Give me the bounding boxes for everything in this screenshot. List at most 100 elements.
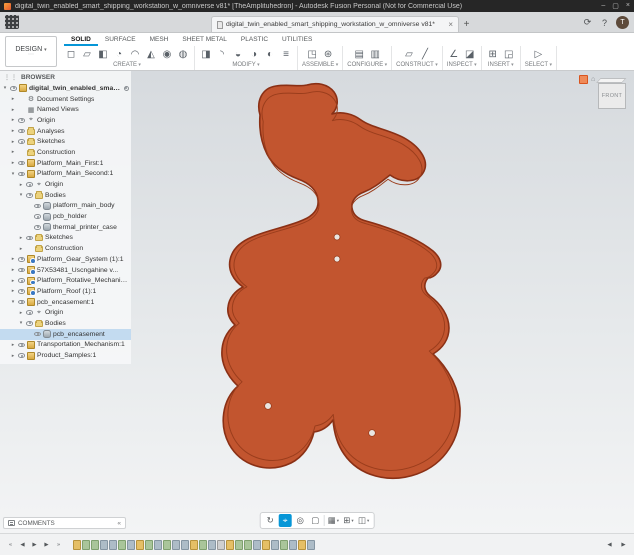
- tree-collapsed-arrow-icon[interactable]: ▸: [10, 96, 16, 102]
- tree-item-platform-main-second-1[interactable]: ▾Platform_Main_Second:1: [0, 169, 131, 180]
- visibility-eye-icon[interactable]: [26, 236, 33, 241]
- tree-item-construction[interactable]: ▸Construction: [0, 147, 131, 158]
- visibility-eye-icon[interactable]: [18, 161, 25, 166]
- select-group-label[interactable]: SELECT: [525, 62, 552, 70]
- collapse-arrow-icon[interactable]: «: [117, 520, 121, 527]
- timeline-feature-sketch-icon[interactable]: [163, 540, 171, 550]
- create-sketch-tool-button[interactable]: ▱: [80, 47, 94, 61]
- go-to-beginning-button[interactable]: «: [5, 539, 16, 551]
- timeline-feature-extrude-icon[interactable]: [271, 540, 279, 550]
- tree-item-sketches[interactable]: ▸Sketches: [0, 233, 131, 244]
- tree-expanded-arrow-icon[interactable]: ▾: [10, 171, 16, 177]
- configure-group-label[interactable]: CONFIGURE: [347, 62, 387, 70]
- timeline-feature-extrude-icon[interactable]: [289, 540, 297, 550]
- extrude-tool-button[interactable]: ◧: [96, 47, 110, 61]
- sweep-tool-button[interactable]: ◠: [128, 47, 142, 61]
- job-status-icon[interactable]: ⟳: [582, 17, 593, 28]
- timeline-feature-extrude-icon[interactable]: [181, 540, 189, 550]
- insert-group-label[interactable]: INSERT: [486, 62, 516, 70]
- timeline-feature-sketch-icon[interactable]: [91, 540, 99, 550]
- visibility-eye-icon[interactable]: [26, 310, 33, 315]
- ribbon-tab-sheet-metal[interactable]: SHEET METAL: [175, 33, 234, 46]
- close-button[interactable]: ×: [626, 2, 630, 10]
- timeline-feature-extrude-icon[interactable]: [127, 540, 135, 550]
- tree-collapsed-arrow-icon[interactable]: ▸: [10, 278, 16, 284]
- timeline-feature-sketch-icon[interactable]: [280, 540, 288, 550]
- tree-collapsed-arrow-icon[interactable]: ▸: [10, 353, 16, 359]
- visibility-eye-icon[interactable]: [34, 214, 41, 219]
- timeline-feature-extrude-icon[interactable]: [253, 540, 261, 550]
- ribbon-tab-utilities[interactable]: UTILITIES: [275, 33, 319, 46]
- display-settings-button[interactable]: ▦▾: [327, 514, 340, 527]
- visibility-eye-icon[interactable]: [18, 278, 25, 283]
- user-avatar[interactable]: T: [616, 16, 629, 29]
- timeline-feature-joint-icon[interactable]: [217, 540, 225, 550]
- tree-collapsed-arrow-icon[interactable]: ▸: [10, 256, 16, 262]
- visibility-eye-icon[interactable]: [34, 204, 41, 209]
- ribbon-tab-mesh[interactable]: MESH: [143, 33, 176, 46]
- viewcube-front-face[interactable]: FRONT: [598, 83, 626, 109]
- fillet-tool-button[interactable]: ◝: [215, 47, 229, 61]
- configure-table-tool-button[interactable]: ▥: [368, 47, 382, 61]
- visibility-eye-icon[interactable]: [18, 118, 25, 123]
- model-body-shape[interactable]: [222, 84, 460, 479]
- timeline-feature-extrude-icon[interactable]: [172, 540, 180, 550]
- visibility-eye-icon[interactable]: [26, 182, 33, 187]
- viewports-button[interactable]: ◫▾: [357, 514, 370, 527]
- visibility-eye-icon[interactable]: [18, 300, 25, 305]
- tree-collapsed-arrow-icon[interactable]: ▸: [18, 235, 24, 241]
- tree-item-digital-twin-enabled-smart-s[interactable]: ▾digital_twin_enabled_smart_s...: [0, 83, 131, 94]
- timeline-feature-sketch-icon[interactable]: [118, 540, 126, 550]
- split-body-tool-button[interactable]: ◐: [263, 47, 277, 61]
- assemble-group-label[interactable]: ASSEMBLE: [302, 62, 338, 70]
- new-component-tool-button[interactable]: ◻: [64, 47, 78, 61]
- select-tool-button[interactable]: ▷: [531, 47, 545, 61]
- tree-collapsed-arrow-icon[interactable]: ▸: [10, 160, 16, 166]
- tab-close-icon[interactable]: ×: [448, 20, 453, 29]
- tree-collapsed-arrow-icon[interactable]: ▸: [10, 342, 16, 348]
- tree-item-platform-roof-1-1[interactable]: ▸Platform_Roof (1):1: [0, 286, 131, 297]
- tree-expanded-arrow-icon[interactable]: ▾: [18, 192, 24, 198]
- ribbon-tab-plastic[interactable]: PLASTIC: [234, 33, 275, 46]
- tree-item-platform-main-first-1[interactable]: ▸Platform_Main_First:1: [0, 158, 131, 169]
- press-pull-tool-button[interactable]: ◨: [199, 47, 213, 61]
- timeline-feature-sketch-icon[interactable]: [199, 540, 207, 550]
- tree-item-pcb-encasement[interactable]: pcb_encasement: [0, 329, 131, 340]
- visibility-eye-icon[interactable]: [26, 321, 33, 326]
- modify-group-label[interactable]: MODIFY: [199, 62, 293, 70]
- viewcube-home-marker[interactable]: [579, 75, 588, 84]
- tree-item-named-views[interactable]: ▸▦Named Views: [0, 104, 131, 115]
- tree-expanded-arrow-icon[interactable]: ▾: [10, 299, 16, 305]
- tree-item-pcb-encasement-1[interactable]: ▾pcb_encasement:1: [0, 297, 131, 308]
- tree-item-origin[interactable]: ▸⌖Origin: [0, 179, 131, 190]
- tree-item-platform-main-body[interactable]: platform_main_body: [0, 201, 131, 212]
- tree-item-transportation-mechanism-1[interactable]: ▸Transportation_Mechanism:1: [0, 340, 131, 351]
- tree-item-origin[interactable]: ▸⌖Origin: [0, 115, 131, 126]
- timeline-feature-component-icon[interactable]: [298, 540, 306, 550]
- hole-tool-button[interactable]: ◉: [160, 47, 174, 61]
- zoom-button[interactable]: ◎: [294, 514, 307, 527]
- tree-collapsed-arrow-icon[interactable]: ▸: [10, 107, 16, 113]
- construct-axis-tool-button[interactable]: ╱: [418, 47, 432, 61]
- timeline-feature-extrude-icon[interactable]: [208, 540, 216, 550]
- assemble-new-component-tool-button[interactable]: ◳: [305, 47, 319, 61]
- offset-plane-tool-button[interactable]: ▱: [402, 47, 416, 61]
- timeline-feature-component-icon[interactable]: [226, 540, 234, 550]
- minimize-button[interactable]: –: [601, 2, 605, 10]
- tree-item-construction[interactable]: ▸Construction: [0, 243, 131, 254]
- change-parameters-tool-button[interactable]: ≡: [279, 47, 293, 61]
- timeline-scroll-back-button[interactable]: ◀: [604, 539, 615, 551]
- timeline-scroll-forward-button[interactable]: ▶: [618, 539, 629, 551]
- joint-tool-button[interactable]: ⊛: [321, 47, 335, 61]
- viewcube[interactable]: ⌂ FRONT: [581, 75, 627, 117]
- visibility-eye-icon[interactable]: [18, 257, 25, 262]
- visibility-eye-icon[interactable]: [18, 289, 25, 294]
- visibility-eye-icon[interactable]: [34, 332, 41, 337]
- tree-item-bodies[interactable]: ▾Bodies: [0, 318, 131, 329]
- configuration-tool-button[interactable]: ▤: [352, 47, 366, 61]
- new-tab-button[interactable]: +: [459, 16, 474, 32]
- create-group-label[interactable]: CREATE: [64, 62, 190, 70]
- tree-item-57x53481-uscngahine-v[interactable]: ▸57X53481_Uscngahine v...: [0, 265, 131, 276]
- activate-component-radio[interactable]: [124, 86, 130, 92]
- tree-expanded-arrow-icon[interactable]: ▾: [2, 85, 8, 91]
